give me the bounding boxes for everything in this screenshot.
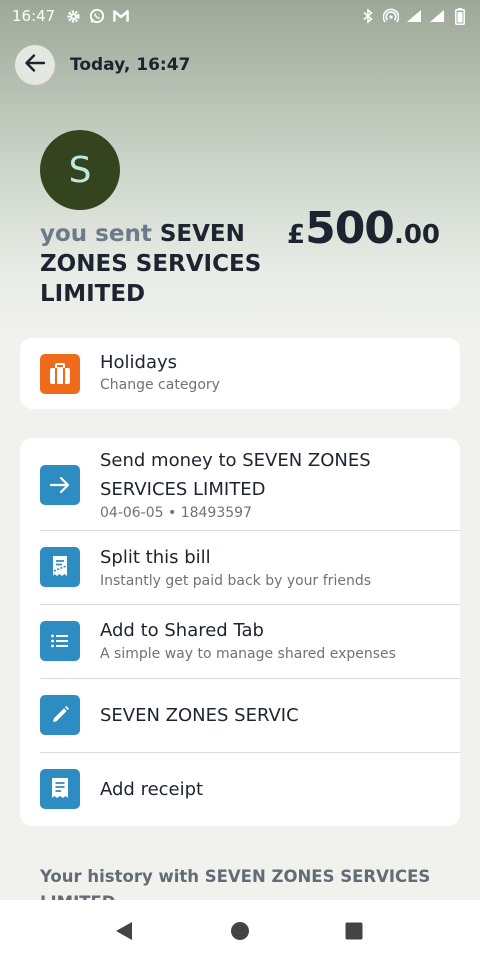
status-left-icons: [65, 8, 130, 24]
signal-icon: [429, 8, 445, 24]
arrow-right-icon: [40, 465, 80, 505]
edit-name-title: SEVEN ZONES SERVIC: [100, 705, 299, 726]
send-money-subtitle: 04-06-05 • 18493597: [100, 505, 252, 521]
add-receipt-title: Add receipt: [100, 779, 204, 800]
send-money-row[interactable]: Send money to SEVEN ZONES SERVICES LIMIT…: [20, 438, 460, 530]
send-money-title: Send money to SEVEN ZONES SERVICES LIMIT…: [100, 450, 371, 500]
battery-icon: [452, 7, 468, 25]
avatar-letter: S: [68, 149, 92, 191]
avatar: S: [40, 130, 120, 210]
bluetooth-icon: [360, 8, 376, 24]
send-money-text: Send money to SEVEN ZONES SERVICES LIMIT…: [100, 446, 440, 522]
amount-currency: £: [286, 220, 306, 250]
gmail-icon: [113, 8, 130, 24]
back-triangle-icon[interactable]: [112, 920, 136, 942]
page-title: Today, 16:47: [70, 55, 191, 75]
split-bill-icon: [40, 547, 80, 587]
category-card[interactable]: Holidays Change category: [20, 338, 460, 409]
arrow-left-icon: [24, 52, 46, 78]
list-icon: [40, 621, 80, 661]
navigation-bar: [0, 900, 480, 960]
signal-icon: [406, 8, 422, 24]
status-right-icons: [360, 7, 468, 25]
split-bill-title: Split this bill: [100, 547, 211, 568]
amount-cents: .00: [393, 220, 440, 250]
recents-square-icon[interactable]: [342, 920, 366, 942]
shared-tab-title: Add to Shared Tab: [100, 620, 264, 641]
hotspot-icon: [383, 8, 399, 24]
category-text: Holidays Change category: [100, 350, 440, 394]
edit-name-row[interactable]: SEVEN ZONES SERVIC: [20, 679, 460, 752]
whatsapp-icon: [89, 8, 105, 24]
status-time: 16:47: [12, 7, 56, 25]
split-bill-text: Split this bill Instantly get paid back …: [100, 544, 440, 590]
split-bill-subtitle: Instantly get paid back by your friends: [100, 573, 371, 589]
receipt-icon: [40, 769, 80, 809]
back-button[interactable]: [15, 45, 55, 85]
home-circle-icon[interactable]: [228, 920, 252, 942]
sent-prefix: you sent: [40, 221, 152, 247]
shared-tab-subtitle: A simple way to manage shared expenses: [100, 646, 396, 662]
status-bar: 16:47: [0, 0, 480, 32]
add-receipt-text: Add receipt: [100, 775, 440, 804]
category-subtitle: Change category: [100, 377, 220, 393]
category-row[interactable]: Holidays Change category: [20, 338, 460, 409]
add-receipt-row[interactable]: Add receipt: [20, 753, 460, 826]
shared-tab-text: Add to Shared Tab A simple way to manage…: [100, 617, 440, 663]
category-title: Holidays: [100, 352, 178, 373]
suitcase-icon: [40, 354, 80, 394]
pencil-icon: [40, 695, 80, 735]
gear-icon: [65, 8, 81, 24]
amount-main: 500: [305, 203, 395, 254]
edit-name-text: SEVEN ZONES SERVIC: [100, 701, 440, 730]
actions-card: Send money to SEVEN ZONES SERVICES LIMIT…: [20, 438, 460, 826]
transaction-description: you sent SEVEN ZONES SERVICES LIMITED: [40, 219, 290, 309]
transaction-amount: £ 500 .00: [287, 203, 440, 254]
split-bill-row[interactable]: Split this bill Instantly get paid back …: [20, 531, 460, 604]
shared-tab-row[interactable]: Add to Shared Tab A simple way to manage…: [20, 605, 460, 678]
